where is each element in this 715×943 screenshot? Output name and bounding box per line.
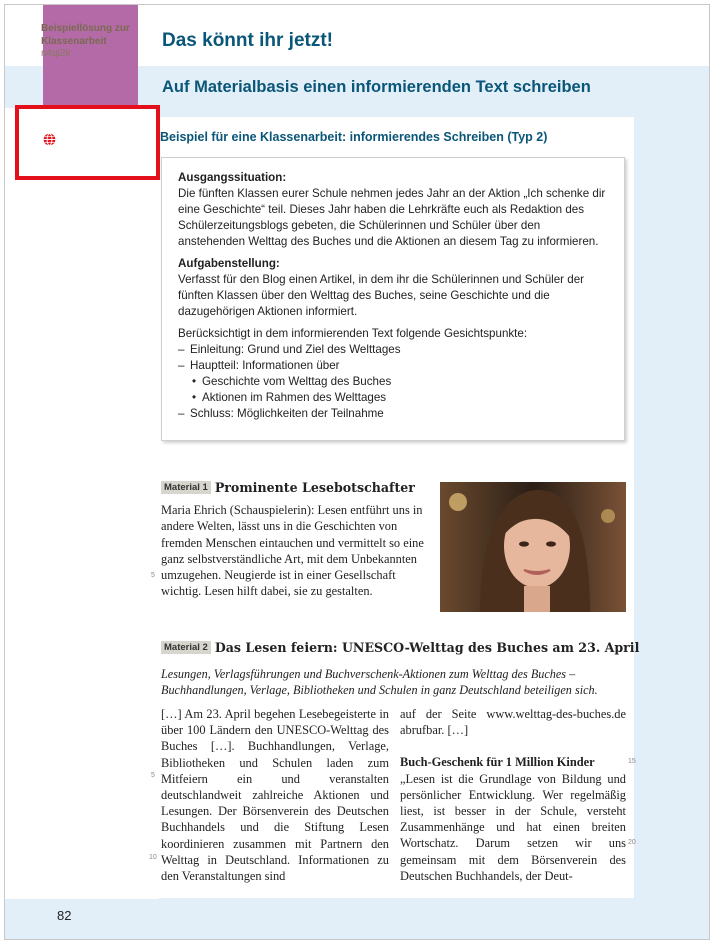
globe-icon xyxy=(43,133,56,146)
material2-heading: Material 2 Das Lesen feiern: UNESCO-Weltt… xyxy=(161,640,639,655)
assignment-text: Verfasst für den Blog einen Artikel, in … xyxy=(178,273,585,318)
criteria-item: Einleitung: Grund und Ziel des Welttages xyxy=(178,342,608,358)
material1-badge: Material 1 xyxy=(161,481,211,494)
material2-right-text-1: auf der Seite www.welttag-des-buches.de … xyxy=(400,707,626,738)
criteria-item: Schluss: Möglichkeiten der Teilnahme xyxy=(178,406,608,422)
criteria-subitem: Geschichte vom Welttag des Buches xyxy=(178,374,608,390)
line-number: 10 xyxy=(149,854,157,861)
material2-column-right: auf der Seite www.welttag-des-buches.de … xyxy=(400,706,626,884)
line-number: 5 xyxy=(151,772,155,779)
situation-text: Die fünften Klassen eurer Schule nehmen … xyxy=(178,187,606,248)
criteria-subitem: Aktionen im Rahmen des Welttages xyxy=(178,390,608,406)
material1-title: Prominente Lesebotschafter xyxy=(214,480,415,495)
task-box: Ausgangssituation: Die fünften Klassen e… xyxy=(161,157,625,441)
solution-link-code[interactable]: n4qi2k xyxy=(41,48,70,59)
line-number: 20 xyxy=(628,839,636,846)
material1-text: Maria Ehrich (Schauspielerin): Lesen ent… xyxy=(161,503,424,599)
page-number: 82 xyxy=(57,908,72,923)
solution-link-box[interactable] xyxy=(15,105,160,180)
criteria-item: Hauptteil: Informationen über xyxy=(178,358,608,374)
task-heading: Beispiel für eine Klassenarbeit: informi… xyxy=(160,130,548,144)
material2-subtitle: Lesungen, Verlagsführungen und Buchversc… xyxy=(161,667,598,697)
criteria-list: Einleitung: Grund und Ziel des Welttages… xyxy=(178,342,608,422)
line-number: 5 xyxy=(151,572,155,579)
situation-label: Ausgangssituation: xyxy=(178,171,287,184)
line-number: 15 xyxy=(628,758,636,765)
material1-heading: Material 1 Prominente Lesebotschafter xyxy=(161,480,415,495)
page-title: Das könnt ihr jetzt! xyxy=(162,30,334,51)
footer-band xyxy=(5,899,709,939)
page-subtitle: Auf Materialbasis einen informierenden T… xyxy=(162,78,591,96)
material2-column-left: […] Am 23. April begehen Lesebegeisterte… xyxy=(161,706,389,884)
criteria-intro: Berücksichtigt in dem informierenden Tex… xyxy=(178,327,528,340)
portrait-photo xyxy=(440,482,626,612)
material2-left-text: […] Am 23. April begehen Lesebegeisterte… xyxy=(161,707,389,884)
material2-right-heading: Buch-Geschenk für 1 Million Kinder xyxy=(400,755,595,770)
material2-title: Das Lesen feiern: UNESCO-Welttag des Buc… xyxy=(214,640,640,655)
material2-badge: Material 2 xyxy=(161,641,211,654)
solution-link-title[interactable]: Beispiellösung zur Klassenarbeit xyxy=(41,22,141,48)
material2-right-text-2: „Lesen ist die Grundlage von Bildung und… xyxy=(400,771,626,883)
assignment-label: Aufgabenstellung: xyxy=(178,257,280,270)
